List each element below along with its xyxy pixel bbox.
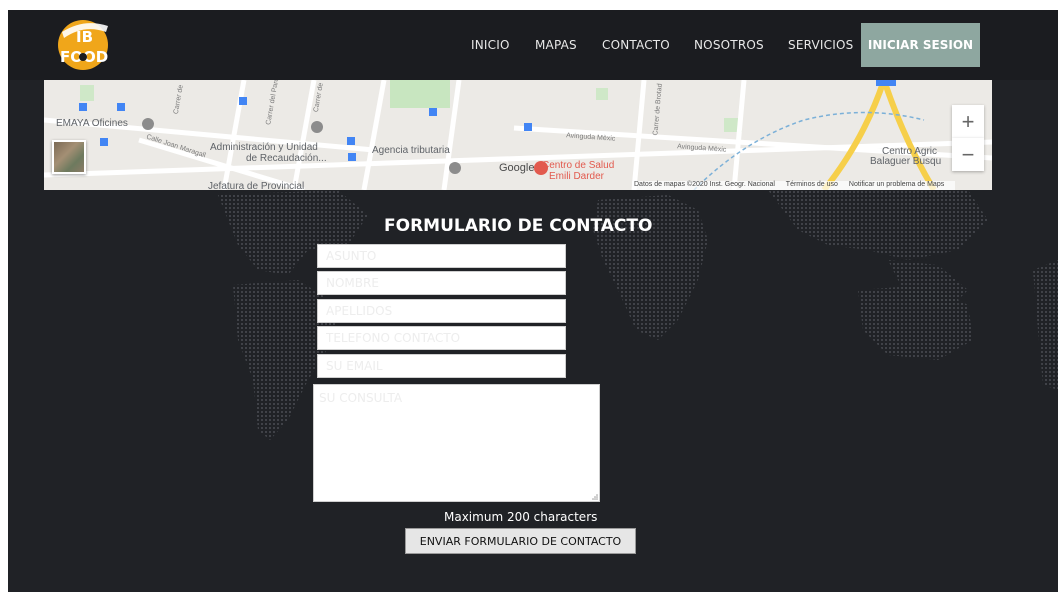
page: IB FOOD INICIO MAPAS CONTACTO NOSOTROS S… [8,10,1058,592]
message-textarea[interactable] [313,384,600,502]
ib-food-logo[interactable]: IB FOOD [54,16,112,72]
surname-field[interactable] [317,299,566,323]
login-button[interactable]: INICIAR SESION [861,23,980,67]
character-limit-hint: Maximum 200 characters [444,510,598,524]
name-field[interactable] [317,271,566,295]
map-attribution: Datos de mapas ©2020 Inst. Geogr. Nacion… [632,181,956,190]
nav-item-nosotros[interactable]: NOSOTROS [694,38,764,52]
map-place-jefatura: Jefatura de Provincial [208,181,305,190]
resize-grip-icon[interactable] [590,492,598,500]
map-attribution-data: Datos de mapas ©2020 Inst. Geogr. Nacion… [634,181,775,188]
map-zoom-out-button[interactable]: − [952,138,984,171]
nav-item-inicio[interactable]: INICIO [471,38,510,52]
map-embed[interactable]: EMAYA Oficines Administración y Unidad d… [44,80,992,190]
map-terms-link[interactable]: Términos de uso [786,181,838,188]
subject-field[interactable] [317,244,566,268]
nav-item-servicios[interactable]: SERVICIOS [788,38,853,52]
map-place-salud-2: Emili Darder [549,171,605,182]
map-report-link[interactable]: Notificar un problema de Maps [849,181,944,188]
satellite-view-toggle[interactable] [52,140,86,174]
form-title: FORMULARIO DE CONTACTO [384,216,653,236]
submit-contact-button[interactable]: ENVIAR FORMULARIO DE CONTACTO [405,528,636,554]
map-place-salud: Centro de Salud [542,160,615,171]
map-place-admin-2: de Recaudación... [246,153,327,164]
phone-field[interactable] [317,326,566,350]
map-place-admin: Administración y Unidad [210,142,318,153]
email-field[interactable] [317,354,566,378]
google-logo: Google [499,162,535,174]
map-zoom-in-button[interactable]: + [952,105,984,138]
nav-item-contacto[interactable]: CONTACTO [602,38,670,52]
top-navbar: IB FOOD INICIO MAPAS CONTACTO NOSOTROS S… [8,10,1058,80]
svg-text:IB: IB [76,28,93,46]
nav-item-mapas[interactable]: MAPAS [535,38,577,52]
map-place-emaya: EMAYA Oficines [56,118,128,129]
map-place-agric-2: Balaguer Busqu [870,156,942,167]
map-place-agencia: Agencia tributaria [372,145,450,156]
